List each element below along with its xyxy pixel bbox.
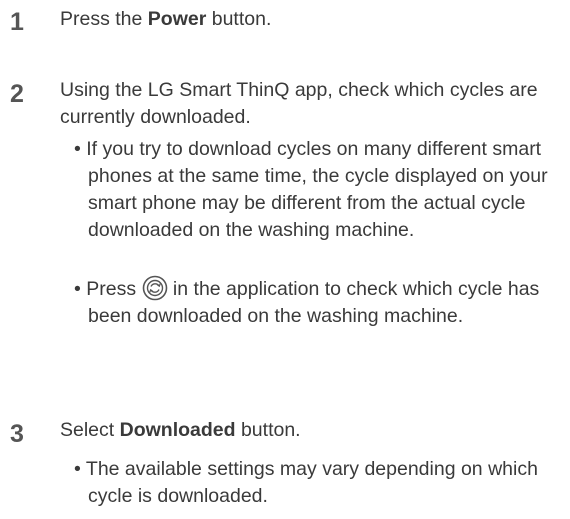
step-3-text-before: Select: [60, 419, 120, 441]
step-2-text: Using the LG Smart ThinQ app, check whic…: [60, 79, 538, 128]
cycle-refresh-icon: [142, 275, 168, 301]
bullet-text: If you try to download cycles on many di…: [86, 138, 548, 241]
step-2-number: 2: [10, 80, 24, 108]
step-3-number: 3: [10, 420, 24, 448]
step-1-text-before: Press the: [60, 8, 148, 30]
power-button-label: Power: [147, 8, 207, 30]
downloaded-button-label: Downloaded: [119, 419, 236, 441]
step-2-bullet-1: • If you try to download cycles on many …: [74, 136, 568, 244]
step-1-text: Press the Power button.: [60, 6, 540, 33]
bullet-marker: •: [74, 458, 81, 480]
step-3-text: Select Downloaded button.: [60, 417, 540, 444]
step-1-text-after: button.: [206, 8, 272, 30]
step-2-bullet-2: • Press in the application to check whic…: [74, 275, 568, 330]
bullet-text-before: Press: [86, 278, 142, 300]
bullet-text: The available settings may vary dependin…: [85, 458, 538, 507]
bullet-marker: •: [74, 278, 81, 300]
step-1-number: 1: [10, 8, 24, 36]
step-3-bullet-1: • The available settings may vary depend…: [74, 456, 568, 510]
step-3-text-after: button.: [235, 419, 301, 441]
bullet-marker: •: [74, 138, 81, 160]
